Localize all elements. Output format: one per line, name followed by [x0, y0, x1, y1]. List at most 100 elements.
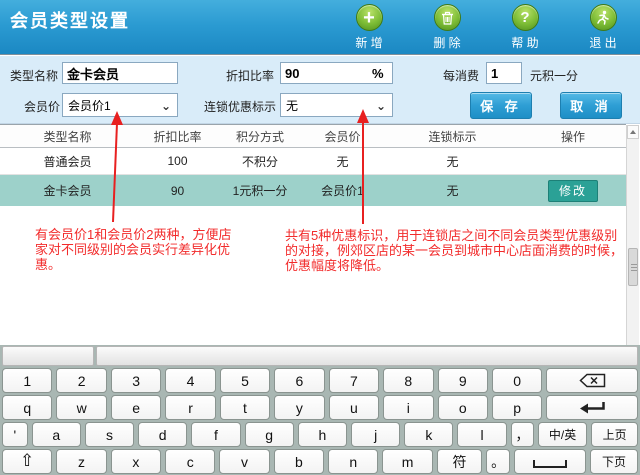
key-4[interactable]: 4 — [165, 368, 215, 393]
enter-icon — [578, 401, 606, 415]
key-i[interactable]: i — [383, 395, 433, 420]
shift-key[interactable]: ⇧ — [2, 449, 52, 474]
key-。[interactable]: 。 — [486, 449, 510, 474]
key-1[interactable]: 1 — [2, 368, 52, 393]
key-8[interactable]: 8 — [383, 368, 433, 393]
key-上页[interactable]: 上页 — [591, 422, 638, 447]
key-3[interactable]: 3 — [111, 368, 161, 393]
annotation-chain-discount: 共有5种优惠标识，用于连锁店之间不同会员类型优惠级别的对接，例郊区店的某一会员到… — [285, 228, 630, 273]
table-cell: 无 — [385, 153, 520, 170]
key-'[interactable]: ' — [2, 422, 28, 447]
keyboard-rows: 1234567890 qwertyuiop 'asdfghjkl，中/英上页 ⇧ zxc… — [0, 368, 640, 474]
key-y[interactable]: y — [274, 395, 324, 420]
member-price-dropdown[interactable]: 会员价1 ⌄ — [62, 93, 178, 117]
table-cell: 会员价1 — [300, 182, 385, 199]
shift-icon: ⇧ — [20, 453, 34, 470]
table-row[interactable]: 普通会员100不积分无无 — [0, 148, 626, 175]
member-type-form: 类型名称 折扣比率 % 每消费 元积一分 会员价 会员价1 ⌄ 连锁优惠标示 无… — [0, 56, 640, 124]
table-cell: 普通会员 — [0, 153, 135, 170]
key-7[interactable]: 7 — [329, 368, 379, 393]
chain-label: 连锁优惠标示 — [204, 98, 276, 115]
keyboard-row: ⇧ zxcvbnm符。 下页 — [2, 449, 638, 474]
exit-button[interactable]: 退 出 — [574, 4, 632, 51]
type-name-input[interactable] — [62, 62, 178, 84]
table-cell: 金卡会员 — [0, 182, 135, 199]
key-x[interactable]: x — [111, 449, 161, 474]
new-button[interactable]: + 新 增 — [340, 4, 398, 51]
key-k[interactable]: k — [404, 422, 453, 447]
grip-icon — [631, 264, 637, 265]
chain-discount-dropdown[interactable]: 无 ⌄ — [280, 93, 393, 117]
trash-icon — [434, 4, 461, 31]
scroll-up-button[interactable] — [627, 125, 639, 139]
key-n[interactable]: n — [328, 449, 378, 474]
key-，[interactable]: ， — [511, 422, 534, 447]
backspace-key[interactable] — [546, 368, 638, 393]
key-0[interactable]: 0 — [492, 368, 542, 393]
ime-candidate-box — [96, 346, 638, 366]
table-cell: 1元积一分 — [220, 182, 300, 199]
key-j[interactable]: j — [351, 422, 400, 447]
page-title: 会员类型设置 — [10, 7, 130, 33]
space-key[interactable] — [514, 449, 586, 474]
key-c[interactable]: c — [165, 449, 215, 474]
key-b[interactable]: b — [274, 449, 324, 474]
key-h[interactable]: h — [298, 422, 347, 447]
discount-unit: % — [372, 66, 384, 81]
key-l[interactable]: l — [457, 422, 506, 447]
key-符[interactable]: 符 — [437, 449, 483, 474]
question-icon: ? — [512, 4, 539, 31]
key-e[interactable]: e — [111, 395, 161, 420]
column-header: 连锁标示 — [385, 128, 520, 145]
action-cell: 修改 — [520, 180, 626, 202]
cancel-button[interactable]: 取 消 — [560, 92, 622, 119]
column-header: 操作 — [520, 128, 626, 145]
table-header-row: 类型名称折扣比率积分方式会员价连锁标示操作 — [0, 124, 626, 148]
key-v[interactable]: v — [219, 449, 269, 474]
space-icon — [533, 460, 567, 468]
key-下页[interactable]: 下页 — [590, 449, 638, 474]
chain-value: 无 — [286, 97, 298, 114]
key-中/英[interactable]: 中/英 — [538, 422, 587, 447]
key-m[interactable]: m — [382, 449, 432, 474]
save-button[interactable]: 保 存 — [470, 92, 532, 119]
key-z[interactable]: z — [56, 449, 106, 474]
key-w[interactable]: w — [56, 395, 106, 420]
exit-button-label: 退 出 — [589, 34, 616, 51]
key-s[interactable]: s — [85, 422, 134, 447]
key-q[interactable]: q — [2, 395, 52, 420]
key-p[interactable]: p — [492, 395, 542, 420]
member-type-table: 类型名称折扣比率积分方式会员价连锁标示操作 普通会员100不积分无无金卡会员90… — [0, 124, 626, 206]
chevron-down-icon: ⌄ — [376, 99, 386, 113]
delete-button[interactable]: 删 除 — [418, 4, 476, 51]
key-6[interactable]: 6 — [274, 368, 324, 393]
enter-key[interactable] — [546, 395, 638, 420]
key-f[interactable]: f — [191, 422, 240, 447]
new-button-label: 新 增 — [355, 34, 382, 51]
help-button[interactable]: ? 帮 助 — [496, 4, 554, 51]
arrow-up-icon — [630, 130, 636, 134]
key-g[interactable]: g — [245, 422, 294, 447]
table-cell: 不积分 — [220, 153, 300, 170]
key-o[interactable]: o — [438, 395, 488, 420]
key-2[interactable]: 2 — [56, 368, 106, 393]
member-price-value: 会员价1 — [68, 97, 111, 114]
toolbar: + 新 增 删 除 ? 帮 助 退 出 — [340, 4, 632, 51]
modify-button[interactable]: 修改 — [548, 180, 598, 202]
key-a[interactable]: a — [32, 422, 81, 447]
key-5[interactable]: 5 — [220, 368, 270, 393]
key-u[interactable]: u — [329, 395, 379, 420]
type-name-label: 类型名称 — [10, 67, 58, 84]
table-row[interactable]: 金卡会员901元积一分会员价1无修改 — [0, 175, 626, 206]
table-cell: 无 — [300, 153, 385, 170]
column-header: 会员价 — [300, 128, 385, 145]
annotation-member-price: 有会员价1和会员价2两种，方便店家对不同级别的会员实行差异化优惠。 — [35, 227, 240, 272]
table-cell: 无 — [385, 182, 520, 199]
points-input[interactable] — [486, 62, 522, 84]
key-r[interactable]: r — [165, 395, 215, 420]
key-t[interactable]: t — [220, 395, 270, 420]
key-9[interactable]: 9 — [438, 368, 488, 393]
points-suffix: 元积一分 — [530, 67, 578, 84]
key-d[interactable]: d — [138, 422, 187, 447]
ime-composition-box — [2, 346, 94, 366]
